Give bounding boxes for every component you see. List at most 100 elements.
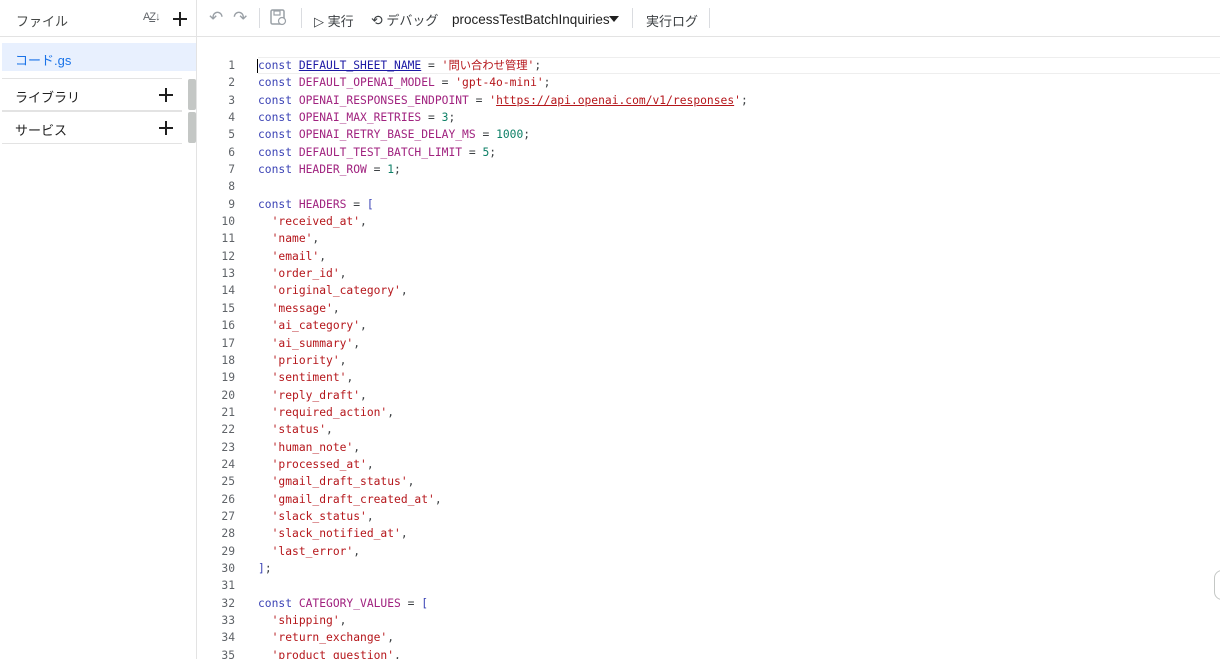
code-text: const OPENAI_RESPONSES_ENDPOINT = 'https… — [258, 92, 748, 109]
file-item-code-gs[interactable]: コード.gs — [2, 43, 196, 71]
code-token: ; — [534, 59, 542, 72]
code-token: , — [353, 440, 361, 454]
code-token: ] — [258, 561, 265, 575]
redo-icon[interactable]: ↷ — [233, 8, 247, 28]
code-token: ; — [394, 163, 401, 177]
code-token: 'last_error' — [271, 544, 354, 558]
code-token: HEADER_ROW — [298, 163, 367, 177]
code-text: ]; — [258, 560, 272, 577]
code-token: , — [326, 423, 333, 437]
code-text: 'order_id', — [258, 265, 347, 282]
code-text: 'last_error', — [258, 543, 360, 560]
code-token: , — [339, 267, 347, 281]
debug-label: デバッグ — [386, 13, 439, 28]
code-token: 'received_at' — [271, 215, 361, 229]
line-number: 9 — [228, 197, 235, 211]
line-number: 28 — [221, 527, 235, 541]
code-token: ; — [523, 128, 531, 142]
code-token: = — [366, 163, 388, 177]
execution-log-button[interactable]: 実行ログ — [646, 11, 698, 30]
code-token: 'processed_at' — [271, 457, 367, 471]
line-number: 5 — [228, 128, 235, 142]
code-token: ' — [734, 93, 741, 107]
add-library-plus-icon[interactable] — [157, 86, 175, 104]
code-text: 'return_exchange', — [258, 629, 394, 646]
save-icon[interactable] — [269, 8, 287, 29]
code-token: ; — [740, 93, 748, 107]
code-token: , — [353, 336, 361, 350]
line-number: 1 — [228, 59, 235, 72]
function-select[interactable]: processTestBatchInquiries — [452, 12, 610, 27]
code-text: 'gmail_draft_created_at', — [258, 491, 442, 508]
line-number: 13 — [221, 267, 235, 281]
run-button[interactable]: ▷ 実行 — [314, 11, 354, 30]
code-text: 'ai_category', — [258, 317, 367, 334]
files-title: ファイル — [16, 14, 69, 29]
add-service-plus-icon[interactable] — [157, 119, 175, 137]
text-cursor — [257, 59, 258, 73]
code-text: 'name', — [258, 230, 320, 247]
code-token: , — [387, 405, 395, 419]
code-token: 'sentiment' — [271, 371, 347, 385]
chevron-down-icon[interactable] — [609, 16, 619, 22]
side-panel-handle[interactable] — [1214, 570, 1220, 600]
services-section: サービス — [2, 111, 182, 144]
line-number: 19 — [221, 371, 235, 385]
code-token: = — [462, 145, 483, 159]
libraries-label: ライブラリ — [15, 90, 81, 105]
code-token: HEADERS — [298, 197, 347, 211]
line-number: 12 — [221, 249, 235, 263]
code-token: 'return_exchange' — [271, 631, 388, 645]
code-text: 'required_action', — [258, 404, 394, 421]
code-token: , — [346, 371, 354, 385]
code-token: 'order_id' — [271, 267, 340, 281]
services-label: サービス — [15, 123, 68, 138]
code-text: 'reply_draft', — [258, 387, 367, 404]
services-scrollbar-thumb[interactable] — [188, 112, 196, 143]
libraries-scrollbar-thumb[interactable] — [188, 79, 196, 110]
code-text: 'email', — [258, 248, 326, 265]
code-token: ; — [448, 111, 456, 125]
undo-icon[interactable]: ↶ — [209, 8, 223, 28]
line-number: 23 — [221, 440, 235, 454]
code-text: const CATEGORY_VALUES = [ — [258, 595, 428, 612]
code-token: 1000 — [496, 128, 524, 142]
line-number: 16 — [221, 319, 235, 333]
code-token: 'reply_draft' — [271, 388, 361, 402]
code-editor[interactable]: 1 const DEFAULT_SHEET_NAME = '問い合わせ管理'; 2 c… — [198, 37, 1220, 659]
code-token: ; — [264, 561, 272, 575]
toolbar-divider — [301, 8, 302, 28]
line-number: 15 — [221, 301, 235, 315]
code-token: const — [258, 128, 299, 142]
code-token: , — [394, 648, 401, 659]
code-text: 'priority', — [258, 352, 347, 369]
toolbar-divider — [709, 8, 710, 28]
code-token: , — [400, 527, 408, 541]
line-number: 32 — [221, 596, 235, 610]
code-text: 'ai_summary', — [258, 335, 360, 352]
code-token: = — [475, 128, 497, 142]
code-token: const — [258, 76, 299, 90]
code-text: 'processed_at', — [258, 456, 374, 473]
code-text: const DEFAULT_OPENAI_MODEL = 'gpt-4o-min… — [258, 74, 550, 91]
sort-az-icon[interactable]: AZ↓ — [143, 11, 161, 23]
code-text: const HEADER_ROW = 1; — [258, 161, 401, 178]
code-token: , — [434, 492, 442, 506]
line-number: 3 — [228, 93, 235, 107]
code-token: OPENAI_RESPONSES_ENDPOINT — [298, 93, 469, 107]
code-token: 'status' — [271, 423, 327, 437]
toolbar-divider — [632, 8, 633, 28]
debug-button[interactable]: ⟲ デバッグ — [371, 10, 438, 29]
add-file-plus-icon[interactable] — [171, 10, 189, 28]
code-token: const — [258, 59, 299, 72]
code-token: 'ai_summary' — [271, 336, 354, 350]
line-number: 30 — [221, 561, 235, 575]
code-token: 'human_note' — [271, 440, 354, 454]
